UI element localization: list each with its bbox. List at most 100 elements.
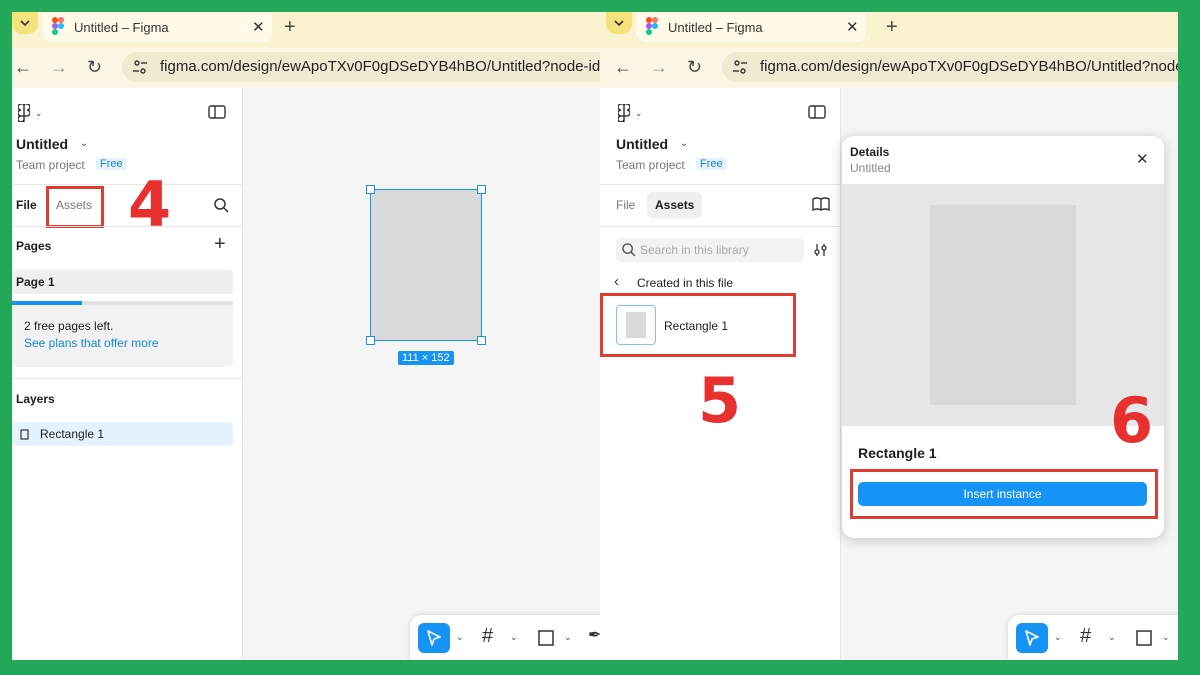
- right-screenshot: Untitled – Figma ✕ + ← → ↻ figma.com/des…: [600, 12, 1178, 660]
- chevron-down-icon[interactable]: ⌄: [510, 632, 518, 643]
- sidebar-toggle-icon[interactable]: [208, 105, 226, 119]
- add-page-icon[interactable]: +: [214, 233, 226, 256]
- new-tab-icon[interactable]: +: [284, 16, 296, 39]
- design-canvas[interactable]: 111 × 152 ⌄ # ⌄ ⌄ ✒: [243, 88, 600, 660]
- divider: [12, 378, 242, 379]
- figma-menu-icon[interactable]: [618, 104, 630, 122]
- see-plans-link[interactable]: See plans that offer more: [24, 336, 159, 350]
- step-number-6: 6: [1110, 384, 1154, 457]
- shape-tool-icon[interactable]: [1136, 630, 1152, 646]
- browser-tab[interactable]: Untitled – Figma ✕: [636, 12, 866, 42]
- project-title[interactable]: Untitled: [616, 136, 668, 152]
- close-tab-icon[interactable]: ✕: [846, 18, 866, 36]
- browser-tab[interactable]: Untitled – Figma ✕: [42, 12, 272, 42]
- back-icon[interactable]: ←: [14, 57, 32, 78]
- back-chevron-icon[interactable]: ‹: [614, 273, 619, 290]
- resize-handle[interactable]: [477, 185, 486, 194]
- chevron-down-icon: [20, 19, 30, 26]
- move-tool-button[interactable]: [1016, 623, 1048, 653]
- rectangle-node[interactable]: [366, 185, 486, 345]
- plan-badge: Free: [96, 158, 127, 170]
- back-icon[interactable]: ←: [614, 57, 632, 78]
- tab-title: Untitled – Figma: [668, 20, 763, 35]
- tab-file[interactable]: File: [16, 198, 37, 212]
- url-field[interactable]: figma.com/design/ewApoTXv0F0gDSeDYB4hBO/…: [722, 52, 1178, 82]
- search-placeholder: Search in this library: [640, 243, 749, 257]
- browser-tab-bar: Untitled – Figma ✕ +: [12, 12, 600, 48]
- chevron-down-icon: [614, 19, 624, 26]
- preview-rectangle: [930, 205, 1076, 405]
- library-book-icon[interactable]: [812, 197, 830, 211]
- bottom-toolbar: ⌄ # ⌄ ⌄ ✒: [410, 615, 600, 660]
- chevron-down-icon[interactable]: ⌄: [456, 632, 464, 643]
- divider: [600, 184, 840, 185]
- bottom-toolbar: ⌄ # ⌄ ⌄: [1008, 615, 1178, 660]
- dimension-label: 111 × 152: [398, 351, 454, 365]
- project-title[interactable]: Untitled: [16, 136, 68, 152]
- figma-sidebar: ⌄ Untitled ⌄ Team project Free File Asse…: [600, 88, 841, 660]
- tab-search-button[interactable]: [606, 12, 632, 34]
- free-pages-text: 2 free pages left.: [24, 319, 114, 333]
- step-number-5: 5: [698, 364, 742, 437]
- team-label: Team project: [616, 158, 685, 172]
- site-settings-icon[interactable]: [132, 59, 148, 75]
- breadcrumb: Created in this file: [637, 276, 734, 290]
- resize-handle[interactable]: [366, 185, 375, 194]
- chevron-down-icon[interactable]: ⌄: [680, 138, 688, 149]
- reload-icon[interactable]: ↻: [87, 57, 102, 78]
- browser-tab-bar: Untitled – Figma ✕ +: [600, 12, 1178, 48]
- tab-file[interactable]: File: [616, 198, 635, 212]
- tab-search-button[interactable]: [12, 12, 38, 34]
- address-bar: ← → ↻ figma.com/design/ewApoTXv0F0gDSeDY…: [600, 48, 1178, 88]
- search-icon[interactable]: [214, 198, 229, 213]
- divider: [600, 226, 840, 227]
- forward-icon[interactable]: →: [650, 57, 668, 78]
- new-tab-icon[interactable]: +: [886, 16, 898, 39]
- chevron-down-icon[interactable]: ⌄: [80, 138, 88, 149]
- url-field[interactable]: figma.com/design/ewApoTXv0F0gDSeDYB4hBO/…: [122, 52, 600, 82]
- free-pages-notice: 2 free pages left. See plans that offer …: [12, 301, 233, 367]
- chevron-down-icon[interactable]: ⌄: [1054, 632, 1062, 643]
- sidebar-toggle-icon[interactable]: [808, 105, 826, 119]
- filter-settings-icon[interactable]: [814, 243, 828, 257]
- url-text: figma.com/design/ewApoTXv0F0gDSeDYB4hBO/…: [760, 58, 1178, 75]
- chevron-down-icon[interactable]: ⌄: [564, 632, 572, 643]
- details-title: Details: [850, 145, 890, 159]
- layers-heading: Layers: [16, 392, 55, 406]
- forward-icon[interactable]: →: [50, 57, 68, 78]
- chevron-down-icon[interactable]: ⌄: [35, 108, 43, 119]
- page-usage-bar: [12, 301, 233, 305]
- pen-tool-icon[interactable]: ✒: [588, 625, 600, 645]
- page-item-label: Page 1: [16, 275, 55, 289]
- cursor-icon: [1025, 630, 1039, 646]
- chevron-down-icon[interactable]: ⌄: [635, 108, 643, 119]
- frame-tool-icon[interactable]: #: [1080, 625, 1091, 648]
- layer-item-label: Rectangle 1: [40, 427, 105, 441]
- resize-handle[interactable]: [366, 336, 375, 345]
- close-tab-icon[interactable]: ✕: [252, 18, 272, 36]
- url-text: figma.com/design/ewApoTXv0F0gDSeDYB4hBO/…: [160, 58, 600, 75]
- search-input[interactable]: Search in this library: [616, 238, 804, 262]
- frame-tool-icon[interactable]: #: [482, 625, 493, 648]
- figma-logo-icon: [52, 17, 64, 35]
- chevron-down-icon[interactable]: ⌄: [1162, 632, 1170, 643]
- page-item[interactable]: Page 1: [12, 270, 233, 294]
- resize-handle[interactable]: [477, 336, 486, 345]
- close-icon[interactable]: ✕: [1136, 150, 1149, 168]
- figma-menu-icon[interactable]: [18, 104, 30, 122]
- rectangle-icon: [20, 429, 29, 440]
- chevron-down-icon[interactable]: ⌄: [1108, 632, 1116, 643]
- tab-assets[interactable]: Assets: [647, 192, 703, 218]
- shape-tool-icon[interactable]: [538, 630, 554, 646]
- pages-heading: Pages: [16, 239, 52, 253]
- address-bar: ← → ↻ figma.com/design/ewApoTXv0F0gDSeDY…: [12, 48, 600, 88]
- divider: [12, 226, 242, 227]
- reload-icon[interactable]: ↻: [687, 57, 702, 78]
- divider: [12, 184, 242, 185]
- cursor-icon: [427, 630, 441, 646]
- move-tool-button[interactable]: [418, 623, 450, 653]
- page-usage-fill: [12, 301, 82, 305]
- site-settings-icon[interactable]: [732, 59, 748, 75]
- layer-item[interactable]: Rectangle 1: [12, 422, 233, 446]
- step-number-4: 4: [128, 168, 172, 241]
